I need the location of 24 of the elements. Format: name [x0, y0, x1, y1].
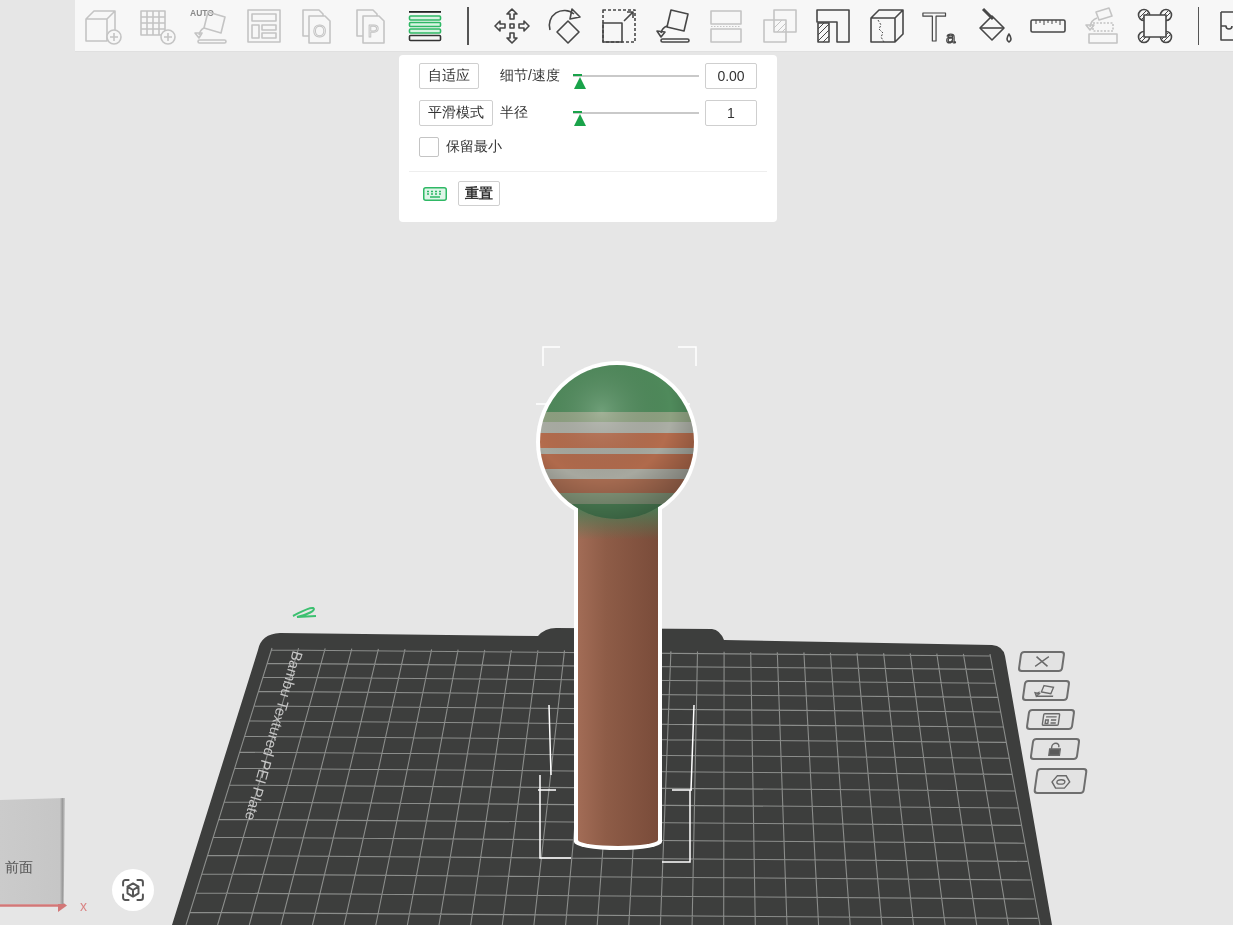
mode-button[interactable]: 平滑模式: [419, 100, 493, 126]
value-field[interactable]: 1: [705, 100, 757, 126]
lock-button[interactable]: [1029, 738, 1081, 760]
close-plate-button[interactable]: [1017, 651, 1066, 672]
move-arrows-icon: [491, 5, 532, 46]
camera-view-button[interactable]: [112, 869, 154, 911]
value-field[interactable]: 0.00: [705, 63, 757, 89]
slider-label: 细节/速度: [500, 67, 561, 85]
checkbox-label: 保留最小: [446, 138, 502, 156]
orient-button[interactable]: [1021, 680, 1071, 701]
axis-label: x: [80, 898, 87, 914]
slider-thumb[interactable]: [573, 111, 587, 128]
view-cube[interactable]: 前面: [0, 798, 65, 904]
arrange-button[interactable]: [1025, 709, 1076, 730]
axis-mark-icon: [292, 606, 317, 618]
keyboard-icon[interactable]: [423, 186, 447, 201]
slider-label: 半径: [500, 104, 529, 122]
plate-settings-button[interactable]: [1033, 768, 1088, 794]
reset-button[interactable]: 重置: [458, 181, 500, 206]
cube-focus-icon: [122, 879, 144, 901]
cube-face-label: 前面: [5, 859, 33, 875]
mode-button[interactable]: 自适应: [419, 63, 479, 89]
slider-thumb[interactable]: [573, 74, 587, 91]
checkbox[interactable]: [419, 137, 439, 157]
